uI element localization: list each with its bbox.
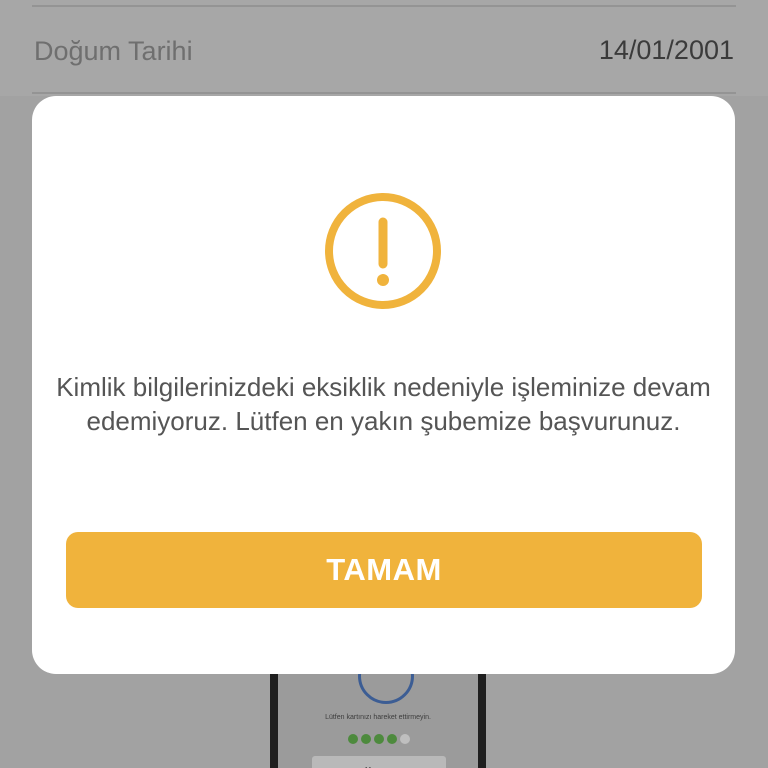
- progress-dot: [348, 734, 358, 744]
- illustration-instruction-text: Lütfen kartınızı hareket ettirmeyin.: [325, 714, 431, 721]
- birth-date-row: Doğum Tarihi 14/01/2001: [32, 8, 736, 92]
- error-dialog: Kimlik bilgilerinizdeki eksiklik nedeniy…: [32, 96, 735, 674]
- dialog-message: Kimlik bilgilerinizdeki eksiklik nedeniy…: [56, 372, 711, 436]
- divider: [32, 5, 736, 7]
- birth-date-label: Doğum Tarihi: [34, 36, 193, 66]
- scan-progress-dots: [348, 734, 410, 744]
- progress-dot: [400, 734, 410, 744]
- illustration-cancel-button: Vazgeç: [312, 756, 446, 768]
- birth-date-value: 14/01/2001: [598, 35, 734, 65]
- progress-dot: [361, 734, 371, 744]
- progress-dot: [387, 734, 397, 744]
- divider: [32, 92, 736, 94]
- progress-dot: [374, 734, 384, 744]
- ok-button[interactable]: TAMAM: [66, 532, 702, 608]
- screen: Doğum Tarihi 14/01/2001 Lütfen kartınızı…: [0, 0, 768, 768]
- warning-exclamation-icon: [325, 193, 441, 309]
